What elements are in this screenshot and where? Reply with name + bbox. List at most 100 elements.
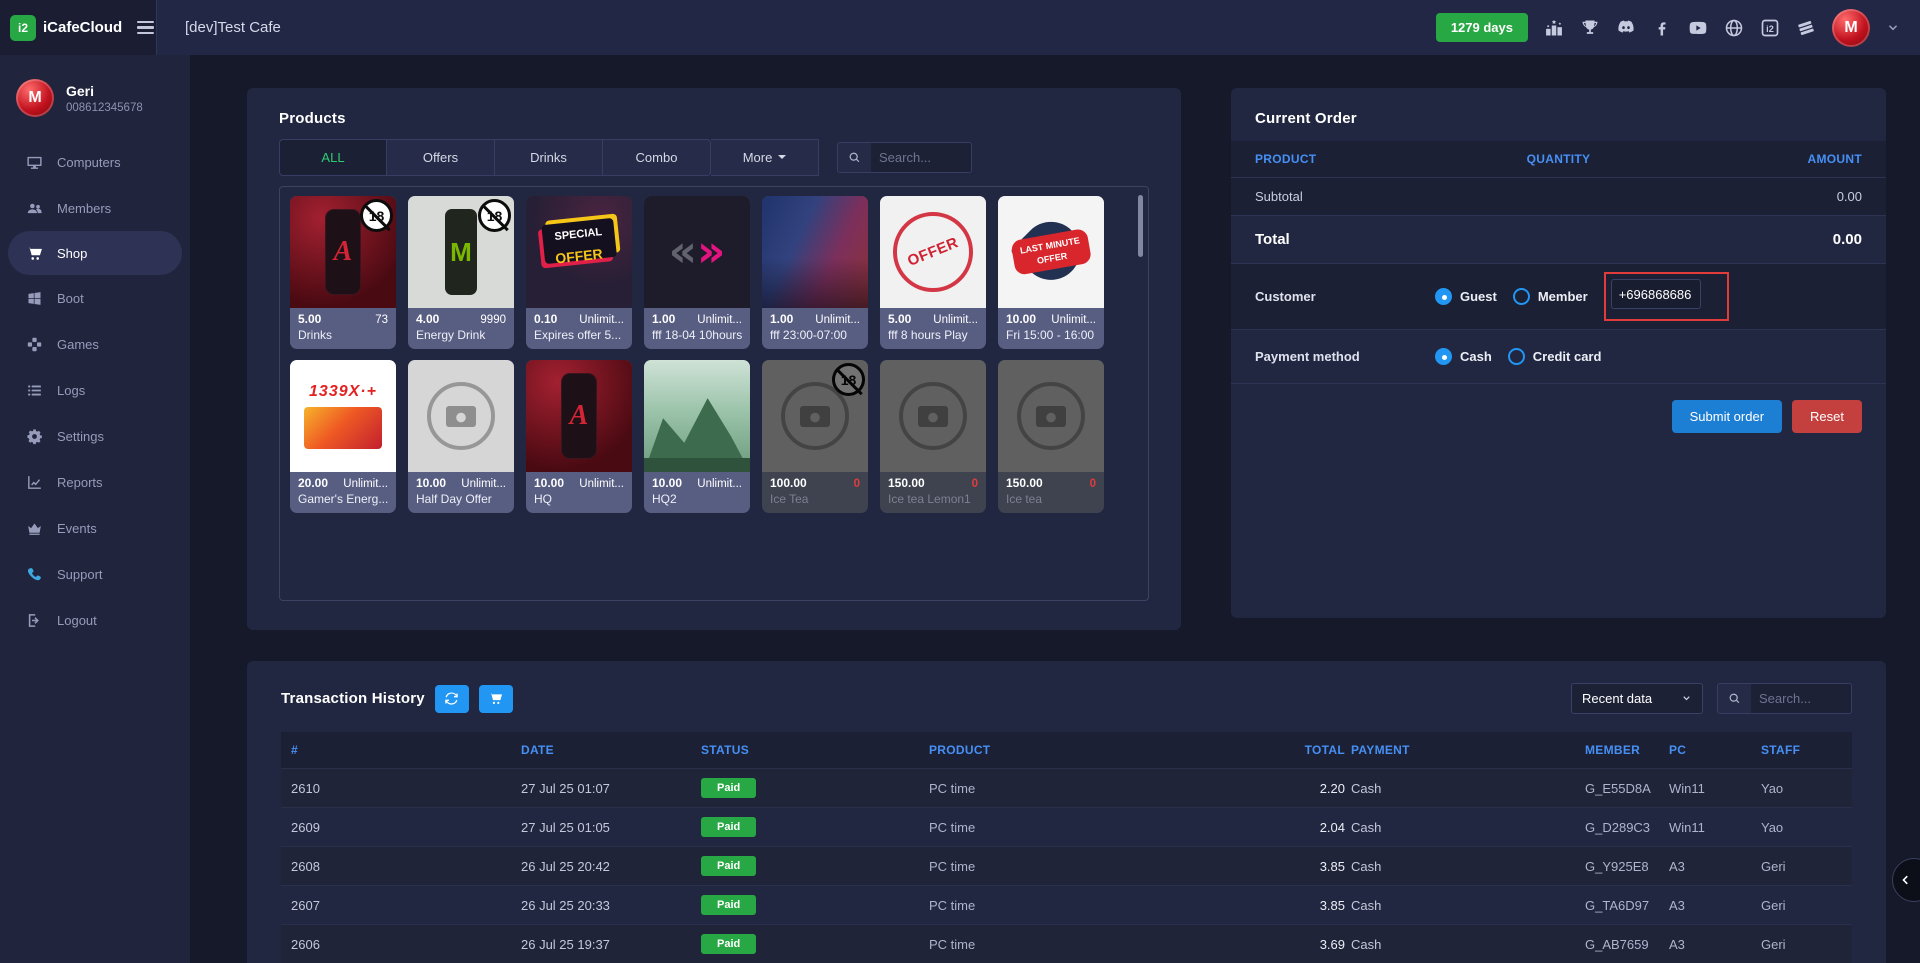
user-avatar[interactable]: M [16, 79, 54, 117]
product-image: 18 [880, 196, 986, 308]
sidebar-item-icon [26, 428, 43, 445]
trophy-icon[interactable] [1580, 18, 1600, 38]
products-tab[interactable]: Drinks [495, 139, 603, 176]
product-card[interactable]: 18 10.00 Unlimit... HQ [526, 360, 632, 513]
facebook-icon[interactable] [1652, 18, 1672, 38]
sidebar-nav: Computers Members Shop Boot Games Logs S… [0, 139, 190, 643]
products-tab[interactable]: Offers [387, 139, 495, 176]
sidebar-item-members[interactable]: Members [0, 185, 190, 231]
transactions-search-input[interactable] [1751, 684, 1851, 713]
product-card[interactable]: 18 150.00 0 Ice tea Lemon1 [880, 360, 986, 513]
sidebar-item-icon [26, 290, 43, 307]
product-card[interactable]: 18 5.00 Unlimit... fff 8 hours Play [880, 196, 986, 349]
product-name: HQ2 [644, 490, 750, 513]
sidebar-item-logs[interactable]: Logs [0, 367, 190, 413]
product-name: Gamer's Energ... [290, 490, 396, 513]
payment-method-label: Payment method [1255, 349, 1435, 364]
icafecloud-icon[interactable] [1760, 18, 1780, 38]
products-tab[interactable]: ALL [279, 139, 387, 176]
product-card[interactable]: 18 10.00 Unlimit... Fri 15:00 - 16:00 [998, 196, 1104, 349]
product-price: 10.00 [534, 476, 564, 490]
status-badge: Paid [701, 817, 756, 837]
sidebar-item-label: Logout [57, 613, 97, 628]
transaction-status: Paid [697, 778, 925, 798]
product-card[interactable]: 18 20.00 Unlimit... Gamer's Energ... [290, 360, 396, 513]
sidebar-item-reports[interactable]: Reports [0, 459, 190, 505]
product-card[interactable]: 18 5.00 73 Drinks [290, 196, 396, 349]
credit-card-radio-label: Credit card [1533, 349, 1602, 364]
subscription-days-badge[interactable]: 1279 days [1436, 13, 1528, 42]
product-price: 10.00 [1006, 312, 1036, 326]
sidebar-item-boot[interactable]: Boot [0, 275, 190, 321]
products-search-input[interactable] [871, 143, 971, 172]
transaction-date: 27 Jul 25 01:05 [517, 820, 697, 835]
transaction-product: PC time [925, 898, 1241, 913]
transaction-row: 2609 27 Jul 25 01:05 Paid PC time 2.04 C… [281, 807, 1852, 846]
search-icon[interactable] [1718, 684, 1751, 713]
submit-order-button[interactable]: Submit order [1672, 400, 1782, 433]
recent-data-select[interactable]: Recent data [1571, 683, 1703, 714]
search-icon[interactable] [838, 143, 871, 172]
sidebar-item-settings[interactable]: Settings [0, 413, 190, 459]
credit-card-radio[interactable] [1508, 348, 1525, 365]
customer-phone-input[interactable] [1611, 279, 1701, 309]
product-image: 18 [762, 360, 868, 472]
product-stock: Unlimit... [579, 478, 624, 490]
products-tab[interactable]: More [711, 139, 819, 176]
products-grid: 18 5.00 73 Drinks 18 4.00 9990 Energy Dr… [279, 186, 1149, 601]
transaction-status: Paid [697, 895, 925, 915]
guest-radio[interactable] [1435, 288, 1452, 305]
sidebar-item-label: Support [57, 567, 103, 582]
subtotal-label: Subtotal [1255, 189, 1303, 204]
transaction-staff: Geri [1757, 859, 1846, 874]
status-badge: Paid [701, 856, 756, 876]
product-image: 18 [526, 196, 632, 308]
sidebar-item-games[interactable]: Games [0, 321, 190, 367]
member-radio[interactable] [1513, 288, 1530, 305]
hamburger-menu-icon[interactable] [137, 21, 154, 35]
product-card[interactable]: 18 150.00 0 Ice tea [998, 360, 1104, 513]
topbar: i2 iCafeCloud [dev]Test Cafe 1279 days M [0, 0, 1920, 55]
product-name: fff 23:00-07:00 [762, 326, 868, 349]
transaction-total: 3.85 [1241, 859, 1347, 874]
sidebar-item-shop[interactable]: Shop [8, 231, 182, 275]
product-card[interactable]: 18 0.10 Unlimit... Expires offer 5... [526, 196, 632, 349]
layers-icon[interactable] [1796, 18, 1816, 38]
transaction-id: 2608 [287, 859, 517, 874]
guest-radio-label: Guest [1460, 289, 1497, 304]
cart-button[interactable] [479, 685, 513, 713]
product-image: 18 [408, 196, 514, 308]
cash-radio[interactable] [1435, 348, 1452, 365]
sidebar-item-events[interactable]: Events [0, 505, 190, 551]
transaction-date: 26 Jul 25 19:37 [517, 937, 697, 952]
sidebar-item-computers[interactable]: Computers [0, 139, 190, 185]
products-scrollbar[interactable] [1138, 195, 1143, 257]
product-card[interactable]: 18 1.00 Unlimit... fff 23:00-07:00 [762, 196, 868, 349]
product-card[interactable]: 18 10.00 Unlimit... HQ2 [644, 360, 750, 513]
product-card[interactable]: 18 10.00 Unlimit... Half Day Offer [408, 360, 514, 513]
products-tab[interactable]: Combo [603, 139, 711, 176]
sidebar-item-logout[interactable]: Logout [0, 597, 190, 643]
product-card[interactable]: 18 100.00 0 Ice Tea [762, 360, 868, 513]
refresh-button[interactable] [435, 685, 469, 713]
products-search [837, 142, 972, 173]
transaction-total: 2.04 [1241, 820, 1347, 835]
reset-button[interactable]: Reset [1792, 400, 1862, 433]
product-image: 18 [526, 360, 632, 472]
transactions-column-header: STATUS [697, 743, 925, 757]
sidebar-item-icon [26, 612, 43, 629]
product-stock: 0 [854, 478, 860, 490]
ranking-icon[interactable] [1544, 18, 1564, 38]
globe-icon[interactable] [1724, 18, 1744, 38]
transaction-member: G_Y925E8 [1581, 859, 1665, 874]
sidebar-item-support[interactable]: Support [0, 551, 190, 597]
transactions-column-header: TOTAL [1241, 743, 1347, 757]
product-image: 18 [998, 360, 1104, 472]
product-card[interactable]: 18 4.00 9990 Energy Drink [408, 196, 514, 349]
youtube-icon[interactable] [1688, 18, 1708, 38]
product-card[interactable]: 18 1.00 Unlimit... fff 18-04 10hours [644, 196, 750, 349]
avatar-chevron-down-icon[interactable] [1886, 21, 1900, 35]
discord-icon[interactable] [1616, 18, 1636, 38]
transaction-staff: Yao [1757, 820, 1846, 835]
topbar-avatar[interactable]: M [1832, 9, 1870, 47]
